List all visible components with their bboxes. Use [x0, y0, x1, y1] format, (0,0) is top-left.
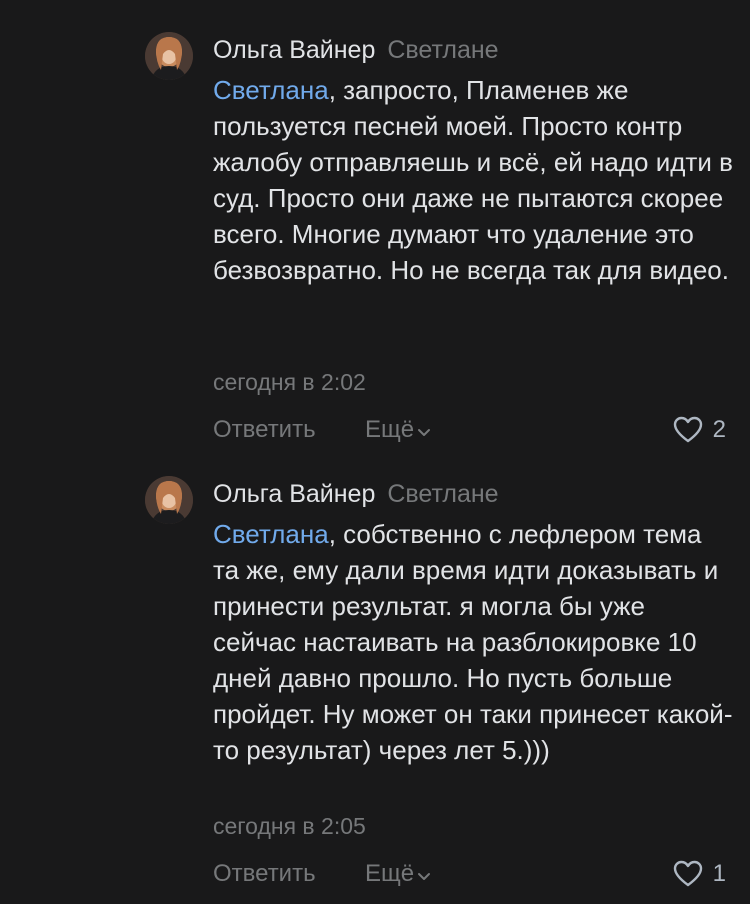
reply-button[interactable]: Ответить [213, 857, 316, 891]
comment-actions: Ответить Ещё 1 [213, 857, 726, 891]
comment-time[interactable]: сегодня в 2:05 [213, 811, 366, 841]
like-count: 1 [712, 860, 726, 887]
comment-time[interactable]: сегодня в 2:02 [213, 367, 366, 397]
mention-link[interactable]: Светлана [213, 75, 329, 105]
heart-icon [673, 416, 703, 444]
like-button[interactable]: 1 [673, 857, 726, 891]
chevron-down-icon [417, 414, 431, 448]
author-name[interactable]: Ольга Вайнер [213, 36, 375, 64]
comment-header: Ольга Вайнер Светлане [213, 34, 499, 66]
heart-icon [673, 860, 703, 888]
more-label: Ещё [365, 860, 415, 887]
comment-body: , собственно с лефлером тема та же, ему … [213, 519, 733, 765]
comment-text: Светлана, запросто, Пламенев же пользует… [213, 72, 733, 288]
avatar[interactable] [145, 476, 193, 524]
avatar[interactable] [145, 32, 193, 80]
like-count: 2 [712, 416, 726, 443]
comment-header: Ольга Вайнер Светлане [213, 478, 499, 510]
reply-button[interactable]: Ответить [213, 413, 316, 447]
mention-link[interactable]: Светлана [213, 519, 329, 549]
reply-to-link[interactable]: Светлане [387, 36, 498, 64]
chevron-down-icon [417, 858, 431, 892]
more-button[interactable]: Ещё [365, 413, 431, 448]
like-button[interactable]: 2 [673, 413, 726, 447]
more-button[interactable]: Ещё [365, 857, 431, 892]
reply-to-link[interactable]: Светлане [387, 480, 498, 508]
comment-body: , запросто, Пламенев же пользуется песне… [213, 75, 733, 285]
comment-actions: Ответить Ещё 2 [213, 413, 726, 447]
comment-text: Светлана, собственно с лефлером тема та … [213, 516, 733, 768]
author-name[interactable]: Ольга Вайнер [213, 480, 375, 508]
more-label: Ещё [365, 416, 415, 443]
